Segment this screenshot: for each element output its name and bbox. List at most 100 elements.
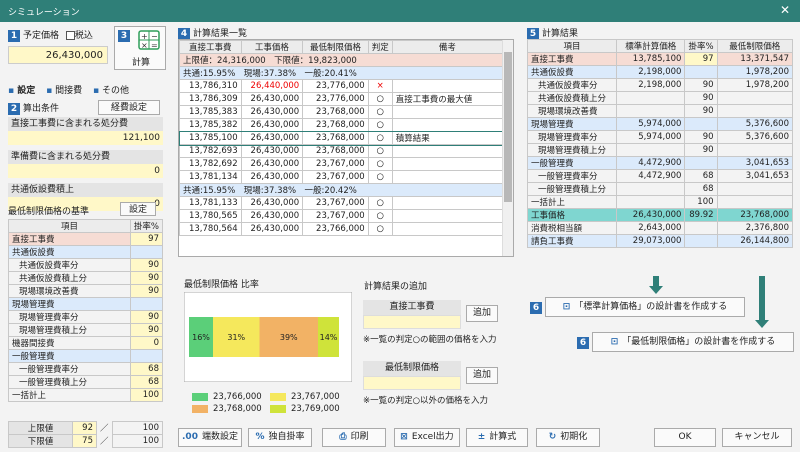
rate-value[interactable]: 90: [129, 323, 164, 337]
column-header[interactable]: 判定: [367, 40, 393, 54]
calculator-icon: + − × =: [138, 30, 160, 50]
ratio-title: 最低制限価格 比率: [184, 280, 259, 290]
calc-button[interactable]: 3 + − × = 計算: [114, 26, 166, 70]
tab-other[interactable]: ▪ その他: [93, 86, 129, 96]
svg-text:×: ×: [141, 41, 148, 50]
reset-icon: ↻: [548, 432, 557, 442]
table-row[interactable]: 13,785,100 26,430,000 23,768,000 ○ 積算結果: [179, 130, 504, 146]
lower-value[interactable]: 75: [72, 434, 97, 448]
close-icon[interactable]: ✕: [780, 3, 790, 17]
group-row: 上限値：24,316,000 下限値：19,823,000: [179, 53, 503, 67]
cancel-button[interactable]: キャンセル: [722, 428, 792, 447]
rate-item: 共通仮設費積上分: [8, 271, 131, 285]
scroll-thumb[interactable]: [504, 52, 512, 202]
rate-value[interactable]: [129, 349, 164, 363]
rate-value[interactable]: 97: [129, 232, 164, 246]
decimals-button[interactable]: .00 端数設定: [178, 428, 242, 447]
table-row[interactable]: 13,786,310 26,440,000 23,776,000 ×: [179, 79, 504, 93]
table-row[interactable]: 13,781,133 26,430,000 23,767,000 ○: [179, 196, 504, 210]
rate-row: 共通仮設費積上分 90: [8, 271, 164, 285]
rate-item: 現場管理費積上分: [8, 323, 131, 337]
cost-settings-button[interactable]: 経費設定: [98, 100, 160, 115]
rate-value[interactable]: [129, 245, 164, 259]
initialize-button[interactable]: ↻ 初期化: [536, 428, 600, 447]
legend-item: 23,766,000: [192, 392, 270, 402]
table-row[interactable]: 13,785,383 26,430,000 23,768,000 ○: [179, 105, 504, 119]
group-row: 共通:15.95% 現場:37.38% 一般:20.41%: [179, 66, 503, 80]
table-row[interactable]: 13,785,382 26,430,000 23,768,000 ○: [179, 118, 504, 132]
rate-item: 一般管理費率分: [8, 362, 131, 376]
result-row: 直接工事費 13,785,100 97 13,371,547: [527, 52, 794, 66]
ratio-bar-label: 14%: [320, 333, 338, 342]
table-row[interactable]: 13,782,692 26,430,000 23,767,000 ○: [179, 157, 504, 171]
add-min-button[interactable]: 追加: [466, 367, 498, 384]
field2-value[interactable]: 0: [8, 164, 163, 178]
table-row[interactable]: 13,786,309 26,430,000 23,776,000 ○ 直接工事費の最大値: [179, 92, 504, 106]
add-min-input[interactable]: [363, 376, 461, 390]
own-rate-button[interactable]: % 独自掛率: [248, 428, 312, 447]
percent-icon: %: [255, 432, 265, 442]
rate-value[interactable]: 90: [129, 284, 164, 298]
rate-row: 現場管理費積上分 90: [8, 323, 164, 337]
result-row: 請負工事費 29,073,000 26,144,800: [527, 234, 794, 248]
make-standard-design-button[interactable]: ⊡ 「標準計算価格」の設計書を作成する: [545, 297, 745, 317]
rate-table: 項目 掛率% 直接工事費 97 共通仮設費 共通仮設費率分 90 共通仮設費積上分 90 現場環…: [8, 219, 164, 402]
excel-export-button[interactable]: ⊠ Excel出力: [394, 428, 460, 447]
ok-button[interactable]: OK: [654, 428, 716, 447]
column-header[interactable]: 工事価格: [240, 40, 304, 54]
print-button[interactable]: ⎙ 印刷: [322, 428, 386, 447]
tab-settings[interactable]: ▪ 設定: [8, 86, 35, 96]
result-row: 一般管理費積上分 68: [527, 182, 794, 196]
rate-row: 一般管理費: [8, 349, 164, 363]
result-row: 一般管理費率分 4,472,900 68 3,041,653: [527, 169, 794, 183]
result-row: 共通仮設費 2,198,000 1,978,200: [527, 65, 794, 79]
table-row[interactable]: 13,782,693 26,430,000 23,768,000 ○: [179, 144, 504, 158]
rate-value[interactable]: 90: [129, 310, 164, 324]
basis-settings-button[interactable]: 設定: [120, 202, 156, 216]
add-direct-note: ※一覧の判定○の範囲の価格を入力: [363, 335, 497, 345]
conditions-fields: 直接工事費に含まれる処分費 121,100 準備費に含まれる処分費 0 共通仮設…: [8, 117, 163, 211]
result-row: 一括計上 100: [527, 195, 794, 209]
table-row[interactable]: 13,780,565 26,430,000 23,767,000 ○: [179, 209, 504, 223]
scrollbar[interactable]: [502, 40, 513, 256]
column-header: 項目: [527, 39, 617, 53]
result-row: 現場管理費率分 5,974,000 90 5,376,600: [527, 130, 794, 144]
planned-price-value[interactable]: 26,430,000: [8, 45, 108, 64]
ratio-bar-label: 16%: [192, 333, 210, 342]
rate-item: 現場管理費率分: [8, 310, 131, 324]
table-row[interactable]: 13,781,134 26,430,000 23,767,000 ○: [179, 170, 504, 184]
rate-value[interactable]: 68: [129, 375, 164, 389]
decimal-icon: .00: [182, 432, 198, 442]
rate-value[interactable]: 0: [129, 336, 164, 350]
rate-row: 共通仮設費: [8, 245, 164, 259]
rate-value[interactable]: [129, 297, 164, 311]
rate-row: 機器間接費 0: [8, 336, 164, 350]
svg-text:=: =: [151, 41, 158, 50]
add-min-note: ※一覧の判定○以外の価格を入力: [363, 396, 489, 406]
rate-row: 現場管理費率分 90: [8, 310, 164, 324]
make-min-design-button[interactable]: ⊡ 「最低制限価格」の設計書を作成する: [592, 332, 794, 352]
table-row[interactable]: 13,780,564 26,430,000 23,766,000 ○: [179, 222, 504, 236]
rate-row: 現場管理費: [8, 297, 164, 311]
rate-row: 一括計上 100: [8, 388, 164, 402]
column-header[interactable]: 最低制限価格: [302, 40, 369, 54]
section-number: 1: [8, 29, 20, 42]
rate-value[interactable]: 90: [129, 271, 164, 285]
rate-value[interactable]: 90: [129, 258, 164, 272]
add-direct-input[interactable]: [363, 315, 461, 329]
column-header[interactable]: 直接工事費: [179, 40, 242, 54]
formula-button[interactable]: ± 計算式: [466, 428, 528, 447]
add-direct-button[interactable]: 追加: [466, 305, 498, 322]
rate-item: 一括計上: [8, 388, 131, 402]
rate-value[interactable]: 68: [129, 362, 164, 376]
field1-value[interactable]: 121,100: [8, 131, 163, 145]
tab-indirect[interactable]: ▪ 間接費: [46, 86, 82, 96]
result-row: 現場管理費 5,974,000 5,376,600: [527, 117, 794, 131]
ratio-bar-label: 31%: [227, 333, 245, 342]
rate-value[interactable]: 100: [129, 388, 164, 402]
column-header[interactable]: 備考: [391, 40, 504, 54]
tax-checkbox[interactable]: [65, 31, 75, 40]
basis-label: 最低制限価格の基準: [8, 207, 90, 217]
formula-icon: ±: [477, 432, 486, 442]
upper-value[interactable]: 92: [72, 421, 97, 435]
